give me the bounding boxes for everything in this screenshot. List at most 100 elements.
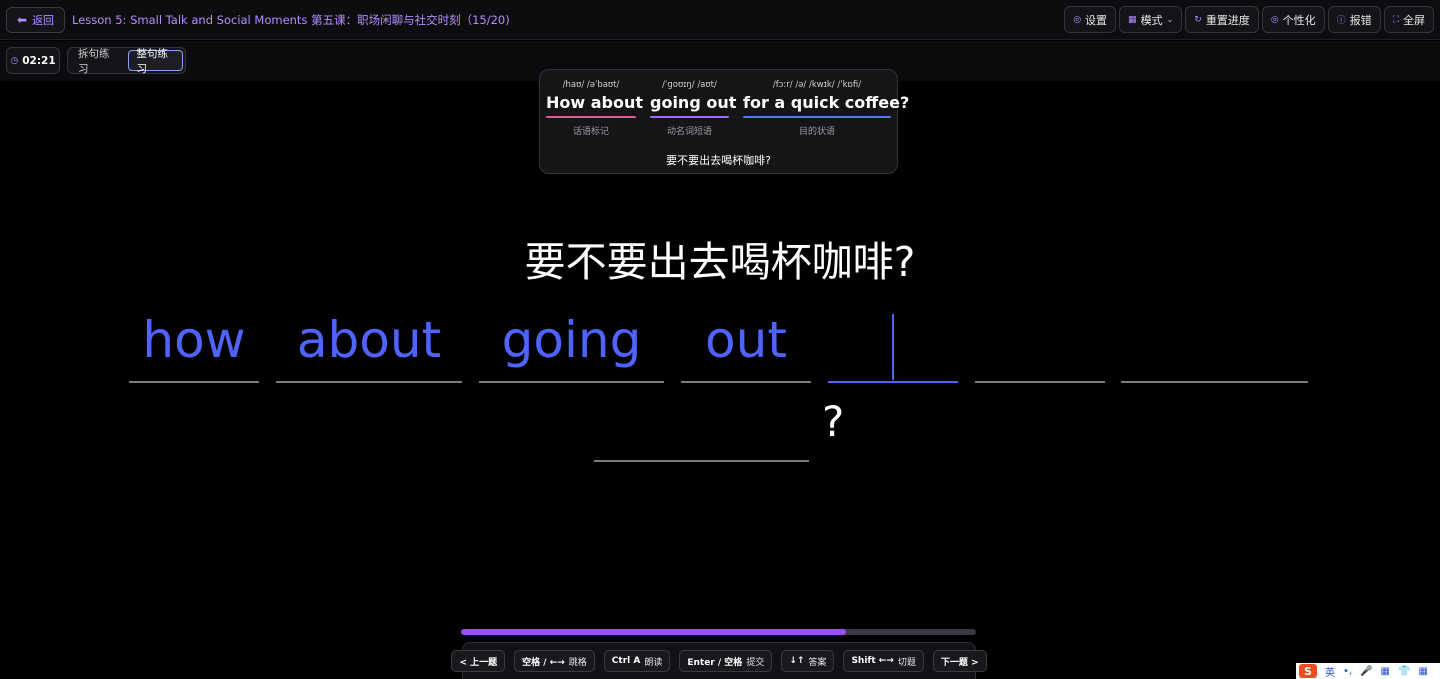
word-slot-underline (828, 381, 958, 383)
report-error-label: 报错 (1349, 13, 1372, 27)
word-slot[interactable]: out (681, 312, 811, 383)
word-slot[interactable] (975, 312, 1105, 383)
chevron-down-icon: ⌄ (1166, 15, 1174, 24)
word-slot-underline (594, 460, 809, 462)
keyboard-icon[interactable]: ▦ (1381, 666, 1390, 677)
answer-shortcut[interactable]: ↓↑ 答案 (781, 650, 835, 672)
reset-icon: ↻ (1194, 14, 1202, 25)
read-aloud-shortcut[interactable]: Ctrl A 朗读 (603, 650, 671, 672)
shortcut-label: 答案 (808, 657, 827, 668)
back-label: 返回 (32, 14, 55, 27)
skip-blank-shortcut[interactable]: 空格 / ←→ 跳格 (514, 650, 595, 672)
next-question-button[interactable]: 下一题 > (932, 650, 987, 672)
settings-label: 设置 (1085, 13, 1108, 27)
word-slot-text: how (142, 311, 246, 369)
word-slot-underline (129, 381, 259, 383)
ime-mode[interactable]: 英 (1325, 664, 1335, 679)
sentence-punctuation: ? (822, 397, 845, 446)
chunk-role: 话语标记 (572, 127, 609, 137)
switch-question-shortcut[interactable]: Shift ←→ 切题 (843, 650, 924, 672)
top-bar: ⬅ 返回 Lesson 5: Small Talk and Social Mom… (0, 0, 1440, 40)
back-arrow-icon: ⬅ (17, 13, 28, 27)
mode-whole-sentence[interactable]: 整句练习 (127, 48, 183, 75)
word-slot[interactable]: how (129, 312, 259, 383)
punctuation-icon[interactable]: •, (1343, 666, 1352, 677)
word-slot-underline (681, 381, 811, 383)
chunk-role: 目的状语 (798, 127, 835, 137)
prev-question-button[interactable]: < 上一题 (451, 650, 506, 672)
shortcut-label: 跳格 (568, 657, 587, 668)
mode-switch: 拆句练习 整句练习 (67, 47, 186, 75)
lesson-title: Lesson 5: Small Talk and Social Moments … (72, 13, 510, 27)
word-slot-text: about (296, 311, 442, 369)
shortcut-bar: < 上一题 空格 / ←→ 跳格 Ctrl A 朗读 Enter / 空格 提交 ↓↑… (451, 642, 987, 679)
chunk-going-out: /ˈɡoʊɪŋ/ /aʊt/ going out 动名词短语 (650, 80, 737, 137)
reset-progress-label: 重置进度 (1205, 13, 1250, 27)
clock-icon: ◷ (10, 55, 19, 66)
text-cursor (892, 314, 894, 380)
toolbox-icon[interactable]: ▦ (1418, 666, 1427, 677)
word-slot[interactable] (1121, 312, 1308, 383)
chunk-text: How about (546, 93, 644, 112)
word-slot-text: going (501, 311, 642, 369)
chunk-text: going out (650, 93, 737, 112)
back-button[interactable]: ⬅ 返回 (6, 7, 66, 33)
prev-question-label: < 上一题 (459, 657, 498, 668)
mode-split-sentence[interactable]: 拆句练习 (70, 48, 124, 75)
fullscreen-label: 全屏 (1403, 13, 1425, 27)
word-slot-underline (479, 381, 664, 383)
chunk-how-about: /haʊ/ /əˈbaʊt/ How about 话语标记 (546, 80, 644, 137)
settings-button[interactable]: ◎ 设置 (1064, 6, 1117, 33)
shortcut-label: 提交 (746, 657, 765, 668)
ime-toolbar[interactable]: S 英 •, 🎤 ▦ 👕 ▦ (1296, 663, 1440, 679)
word-slot[interactable]: going (479, 312, 664, 383)
chunk-for-a-quick-coffee: /fɔːr/ /ə/ /kwɪk/ /ˈkɒfi/ for a quick co… (743, 80, 910, 137)
personalize-button[interactable]: ◎ 个性化 (1261, 6, 1325, 33)
chunk-underline (650, 116, 729, 118)
word-slot-underline (975, 381, 1105, 383)
chunk-ipa: /ˈɡoʊɪŋ/ /aʊt/ (662, 80, 717, 90)
card-translation: 要不要出去喝杯咖啡? (666, 154, 771, 167)
shortcut-label: 切题 (897, 657, 916, 668)
chunk-ipa: /haʊ/ /əˈbaʊt/ (562, 80, 620, 90)
shortcut-key: Ctrl A (611, 656, 641, 666)
timer: ◷ 02:21 (6, 47, 60, 74)
top-actions: ◎ 设置 ▦ 模式 ⌄ ↻ 重置进度 ◎ 个性化 ⓘ 报错 ⛶ 全屏 (1064, 6, 1434, 33)
shortcut-key: ↓↑ (789, 656, 805, 666)
shortcut-key: Enter / 空格 (687, 657, 743, 668)
word-slot-underline (1121, 381, 1308, 383)
next-question-label: 下一题 > (940, 657, 979, 668)
word-slot[interactable]: about (276, 312, 462, 383)
mode-label: 模式 (1140, 13, 1163, 27)
fullscreen-button[interactable]: ⛶ 全屏 (1383, 6, 1434, 33)
chunk-underline (743, 116, 891, 118)
fullscreen-icon: ⛶ (1392, 14, 1399, 25)
gear-icon: ◎ (1073, 14, 1082, 25)
report-error-button[interactable]: ⓘ 报错 (1327, 6, 1381, 33)
progress-fill (461, 629, 847, 635)
microphone-icon[interactable]: 🎤 (1360, 666, 1372, 677)
shortcut-label: 朗读 (644, 657, 663, 668)
word-slot[interactable] (594, 395, 809, 462)
chinese-prompt: 要不要出去喝杯咖啡? (524, 238, 916, 286)
chunk-ipa: /fɔːr/ /ə/ /kwɪk/ /ˈkɒfi/ (772, 80, 862, 90)
submit-shortcut[interactable]: Enter / 空格 提交 (679, 650, 773, 672)
shortcut-key: Shift ←→ (851, 656, 894, 666)
chunk-text: for a quick coffee? (743, 93, 910, 112)
chunk-underline (546, 116, 636, 118)
word-slot-underline (276, 381, 462, 383)
personalize-label: 个性化 (1282, 13, 1316, 27)
palette-icon: ◎ (1270, 14, 1279, 25)
mode-button[interactable]: ▦ 模式 ⌄ (1119, 6, 1183, 33)
ime-logo-icon: S (1299, 664, 1317, 678)
timer-value: 02:21 (22, 54, 56, 67)
grid-icon: ▦ (1128, 14, 1137, 25)
word-slot-text: out (705, 311, 787, 369)
chunk-role: 动名词短语 (666, 127, 712, 137)
shortcut-key: 空格 / ←→ (522, 657, 565, 668)
reset-progress-button[interactable]: ↻ 重置进度 (1185, 6, 1259, 33)
alert-icon: ⓘ (1336, 16, 1346, 26)
sentence-analysis-card: /haʊ/ /əˈbaʊt/ How about 话语标记 /ˈɡoʊɪŋ/ /… (539, 69, 910, 174)
progress-bar (461, 629, 976, 635)
shirt-icon[interactable]: 👕 (1398, 666, 1410, 677)
